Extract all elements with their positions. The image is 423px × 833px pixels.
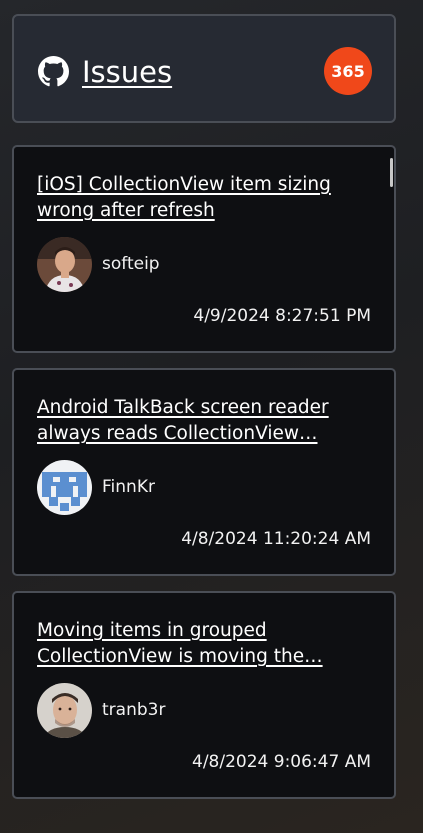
user-avatar (37, 460, 92, 515)
issue-title-link[interactable]: Android TalkBack screen reader always re… (37, 395, 367, 447)
scrollbar-thumb[interactable] (390, 158, 393, 187)
issue-card[interactable]: [iOS] CollectionView item sizing wrong a… (12, 145, 396, 353)
issue-username: tranb3r (102, 700, 166, 720)
issue-timestamp: 4/9/2024 8:27:51 PM (193, 306, 371, 326)
issue-username: softeip (102, 254, 160, 274)
issue-title-link[interactable]: [iOS] CollectionView item sizing wrong a… (37, 172, 367, 224)
issue-count-badge: 365 (324, 47, 372, 95)
issue-card[interactable]: Moving items in grouped CollectionView i… (12, 591, 396, 799)
user-avatar (37, 683, 92, 738)
issues-title-link[interactable]: Issues (82, 52, 172, 92)
issues-app: Issues 365 [iOS] CollectionView item siz… (0, 0, 423, 833)
github-icon (38, 56, 69, 87)
issue-card[interactable]: Android TalkBack screen reader always re… (12, 368, 396, 576)
user-avatar (37, 237, 92, 292)
issue-username: FinnKr (102, 477, 155, 497)
issue-title-link[interactable]: Moving items in grouped CollectionView i… (37, 618, 367, 670)
issue-timestamp: 4/8/2024 9:06:47 AM (192, 752, 371, 772)
issues-header: Issues 365 (12, 14, 396, 123)
issue-timestamp: 4/8/2024 11:20:24 AM (181, 529, 371, 549)
